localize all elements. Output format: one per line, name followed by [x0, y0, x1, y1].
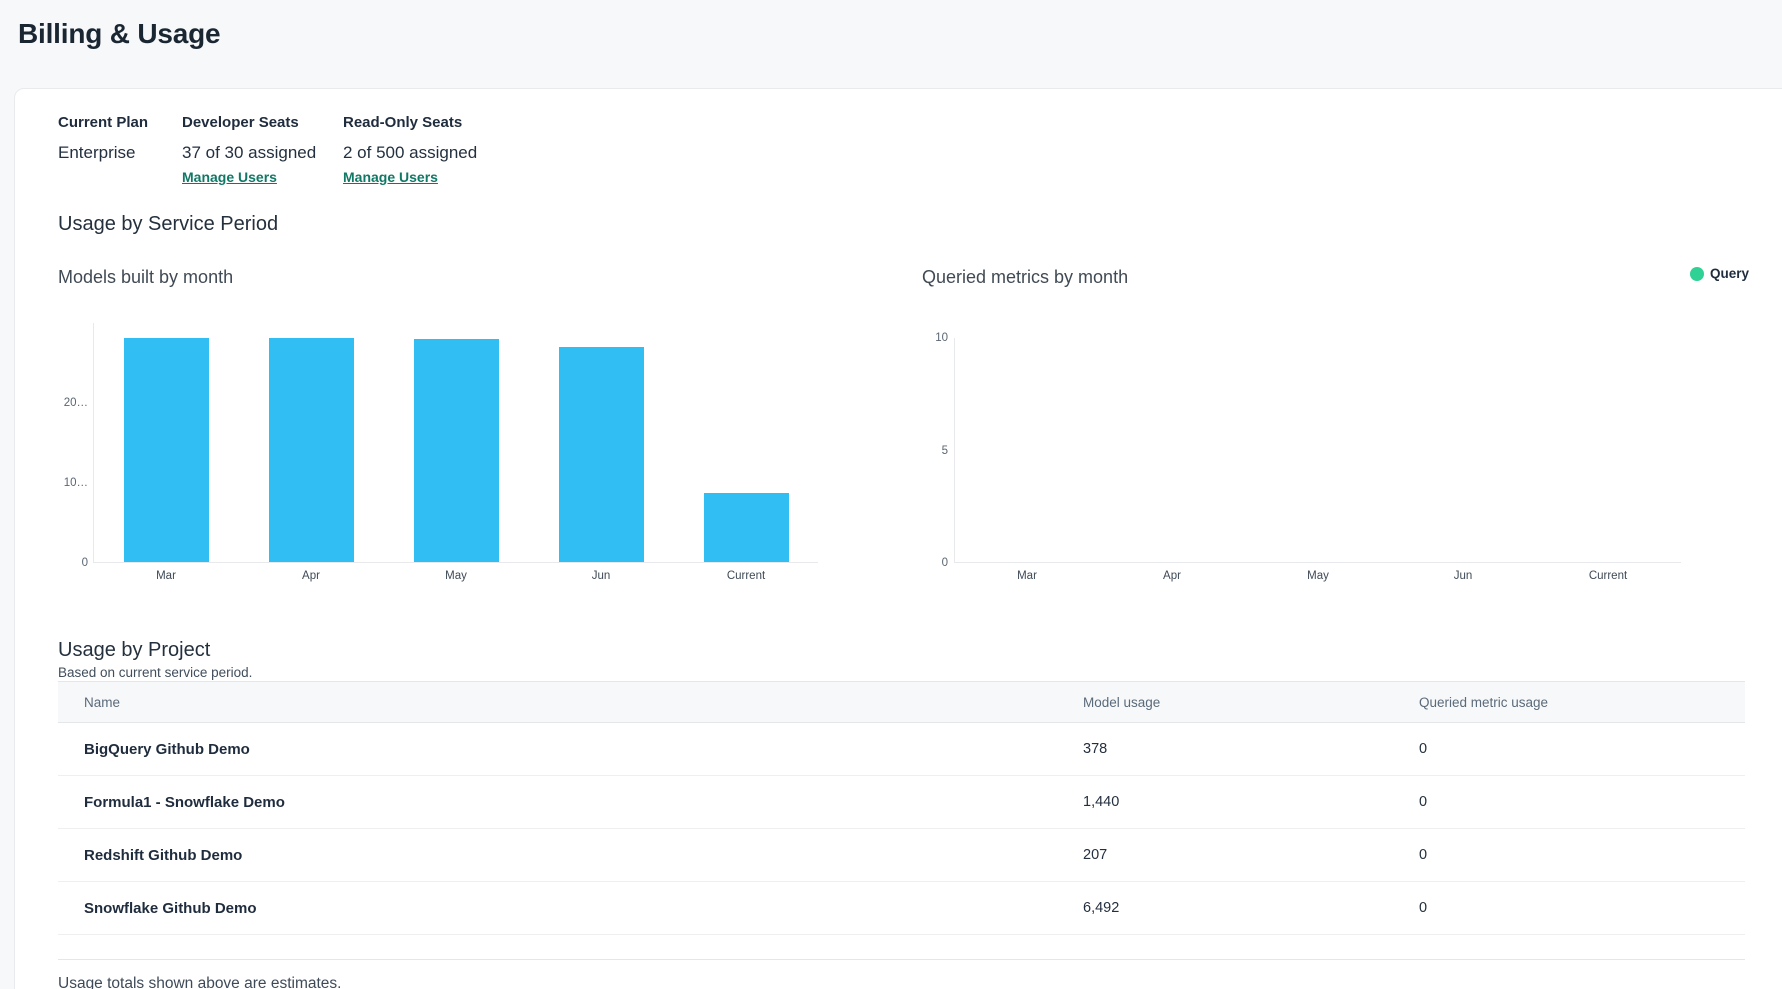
- model-usage-cell: 378: [1083, 741, 1419, 757]
- x-axis-tick-label: Apr: [1112, 569, 1232, 584]
- legend-query[interactable]: Query: [1690, 266, 1749, 281]
- x-axis-tick-label: Current: [686, 569, 806, 584]
- plan-column-label: Read-Only Seats: [343, 113, 462, 133]
- queried-metric-usage-cell: 0: [1419, 741, 1745, 757]
- table-row: Snowflake Github Demo6,4920: [58, 882, 1745, 935]
- y-axis-tick-label: 0: [28, 556, 88, 570]
- bar-current: [704, 493, 789, 562]
- table-header-cell: Queried metric usage: [1419, 695, 1745, 710]
- legend-dot-icon: [1690, 267, 1704, 281]
- x-axis-tick-label: Apr: [251, 569, 371, 584]
- plan-column-label: Developer Seats: [182, 113, 299, 133]
- table-header-row: NameModel usageQueried metric usage: [58, 681, 1745, 723]
- bar-mar: [124, 338, 209, 562]
- billing-usage-page: Billing & Usage Current Plan Enterprise De…: [0, 0, 1782, 989]
- x-axis-tick-label: May: [396, 569, 516, 584]
- model-usage-cell: 207: [1083, 847, 1419, 863]
- plan-column-value: 2 of 500 assigned: [343, 142, 477, 164]
- chart-plot-area: [954, 338, 1681, 563]
- queried-metric-usage-cell: 0: [1419, 794, 1745, 810]
- x-axis-tick-label: Mar: [967, 569, 1087, 584]
- x-axis-tick-label: Current: [1548, 569, 1668, 584]
- manage-users-link[interactable]: Manage Users: [182, 168, 277, 187]
- x-axis-tick-label: Jun: [1403, 569, 1523, 584]
- plan-column-label: Current Plan: [58, 113, 148, 133]
- usage-by-project-table: NameModel usageQueried metric usageBigQu…: [58, 681, 1745, 960]
- x-axis-tick-label: Jun: [541, 569, 661, 584]
- table-row: Redshift Github Demo2070: [58, 829, 1745, 882]
- x-axis-tick-label: May: [1258, 569, 1378, 584]
- models-built-chart-title: Models built by month: [58, 265, 233, 289]
- project-name-cell: Redshift Github Demo: [58, 847, 1083, 864]
- table-footer-spacer: [58, 935, 1745, 960]
- plan-column-value: Enterprise: [58, 142, 135, 164]
- y-axis-tick-label: 10: [888, 331, 948, 345]
- model-usage-cell: 1,440: [1083, 794, 1419, 810]
- table-row: Formula1 - Snowflake Demo1,4400: [58, 776, 1745, 829]
- y-axis-tick-label: 5: [888, 444, 948, 458]
- plan-column-value: 37 of 30 assigned: [182, 142, 316, 164]
- manage-users-link[interactable]: Manage Users: [343, 168, 438, 187]
- bar-may: [414, 339, 499, 562]
- page-header: Billing & Usage: [0, 0, 1782, 88]
- queried-metrics-chart-title: Queried metrics by month: [922, 265, 1128, 289]
- usage-by-project-title: Usage by Project: [58, 637, 210, 664]
- y-axis-tick-label: 0: [888, 556, 948, 570]
- table-row: BigQuery Github Demo3780: [58, 723, 1745, 776]
- table-header-cell: Name: [58, 695, 1083, 710]
- project-name-cell: Formula1 - Snowflake Demo: [58, 794, 1083, 811]
- legend-label: Query: [1710, 266, 1749, 281]
- y-axis-tick-label: 10…: [28, 476, 88, 490]
- usage-by-project-subtitle: Based on current service period.: [58, 664, 252, 682]
- page-title: Billing & Usage: [18, 16, 220, 52]
- bar-apr: [269, 338, 354, 562]
- usage-by-service-period-title: Usage by Service Period: [58, 211, 278, 238]
- y-axis-tick-label: 20…: [28, 396, 88, 410]
- project-name-cell: BigQuery Github Demo: [58, 741, 1083, 758]
- bar-jun: [559, 347, 644, 562]
- usage-footnote: Usage totals shown above are estimates.: [58, 974, 341, 989]
- model-usage-cell: 6,492: [1083, 900, 1419, 916]
- chart-plot-area: [93, 323, 818, 563]
- table-header-cell: Model usage: [1083, 695, 1419, 710]
- queried-metric-usage-cell: 0: [1419, 847, 1745, 863]
- x-axis-tick-label: Mar: [106, 569, 226, 584]
- project-name-cell: Snowflake Github Demo: [58, 900, 1083, 917]
- queried-metric-usage-cell: 0: [1419, 900, 1745, 916]
